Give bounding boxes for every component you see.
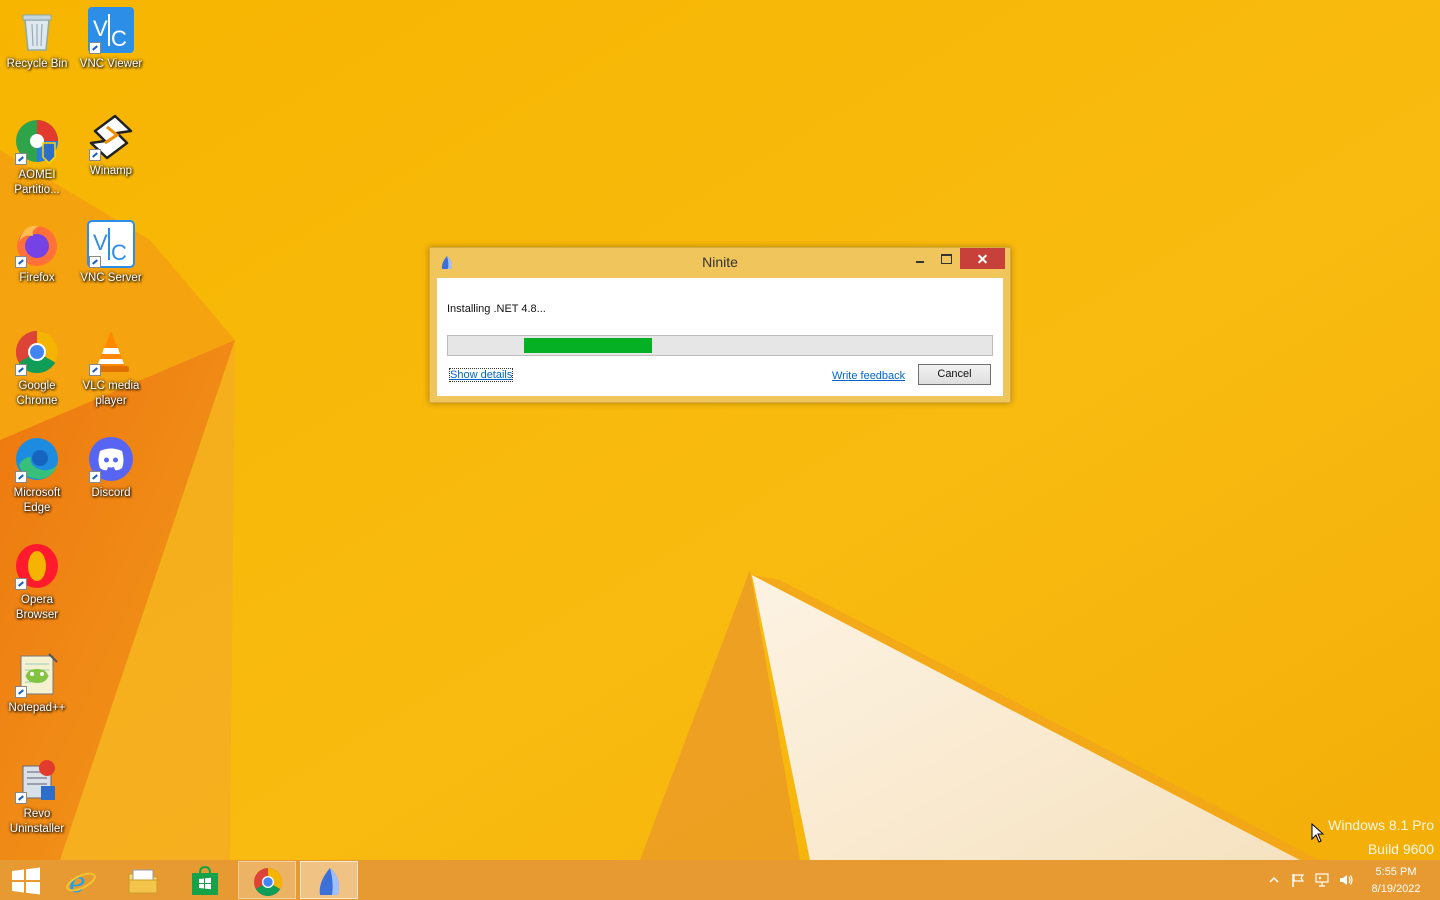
desktop-icon-label: Firefox: [19, 272, 55, 284]
shortcut-arrow-icon: [89, 364, 101, 376]
desktop-icon-winamp[interactable]: Winamp: [74, 113, 148, 179]
desktop-icon-microsoft-edge[interactable]: Microsoft Edge: [0, 435, 74, 516]
shortcut-arrow-icon: [89, 471, 101, 483]
taskbar-google-chrome[interactable]: [238, 861, 296, 899]
window-client-area: Installing .NET 4.8... Show details Writ…: [437, 278, 1003, 396]
recycle-bin-icon: [13, 6, 61, 54]
taskbar-file-explorer[interactable]: [114, 861, 172, 899]
desktop-icon-discord[interactable]: Discord: [74, 435, 148, 501]
shortcut-arrow-icon: [15, 256, 27, 268]
discord-icon: [87, 435, 135, 483]
chrome-icon: [13, 328, 61, 376]
svg-text:V: V: [93, 16, 108, 41]
svg-text:V: V: [93, 230, 108, 255]
action-center-flag-icon[interactable]: [1290, 872, 1306, 888]
windows-edition-watermark: Windows 8.1 Pro: [1328, 817, 1434, 833]
notepad-plus-plus-icon: [13, 650, 61, 698]
windows-store-icon: [192, 865, 218, 895]
chrome-icon: [254, 868, 283, 897]
desktop-wallpaper: [0, 0, 1440, 860]
desktop-icon-label: Microsoft Edge: [13, 487, 61, 514]
windows-build-watermark: Build 9600: [1367, 841, 1434, 857]
taskbar-ninite[interactable]: [300, 861, 358, 899]
shortcut-arrow-icon: [15, 364, 27, 376]
desktop-icon-vnc-viewer[interactable]: VC VNC Viewer: [74, 6, 148, 72]
progress-fill: [524, 338, 652, 353]
desktop-icon-label: AOMEI Partitio...: [14, 169, 60, 196]
opera-icon: [13, 542, 61, 590]
desktop-icon-opera-browser[interactable]: Opera Browser: [0, 542, 74, 623]
edge-icon: [13, 435, 61, 483]
cancel-button[interactable]: Cancel: [918, 364, 991, 385]
desktop-icon-recycle-bin[interactable]: Recycle Bin: [0, 6, 74, 72]
install-status-text: Installing .NET 4.8...: [447, 303, 546, 315]
start-icon: [12, 867, 40, 895]
maximize-button[interactable]: [933, 248, 959, 269]
desktop-icon-label: Discord: [91, 487, 131, 499]
desktop-icon-google-chrome[interactable]: Google Chrome: [0, 328, 74, 409]
ninite-window[interactable]: Ninite Installing .NET 4.8... Show detai…: [429, 247, 1011, 403]
desktop-icon-label: VNC Viewer: [79, 58, 143, 70]
vnc-server-icon: VC: [87, 220, 135, 268]
file-explorer-icon: [128, 869, 158, 894]
volume-icon[interactable]: [1338, 872, 1354, 888]
desktop-icon-vnc-server[interactable]: VC VNC Server: [74, 220, 148, 286]
window-titlebar[interactable]: Ninite: [430, 248, 1010, 278]
internet-explorer-icon: e: [66, 866, 96, 897]
show-hidden-icons-chevron-icon[interactable]: [1266, 872, 1282, 888]
aomei-partition-icon: [13, 117, 61, 165]
start-button[interactable]: [0, 861, 50, 899]
shortcut-arrow-icon: [15, 686, 27, 698]
desktop-icon-label: Recycle Bin: [6, 58, 68, 70]
desktop-icon-notepad-plus-plus[interactable]: Notepad++: [0, 650, 74, 716]
minimize-button[interactable]: [907, 248, 933, 269]
clock-time: 5:55 PM: [1375, 866, 1417, 878]
winamp-icon: [87, 113, 135, 161]
desktop-icon-label: Notepad++: [8, 702, 66, 714]
show-details-link[interactable]: Show details: [448, 368, 514, 382]
taskbar-clock[interactable]: 5:55 PM 8/19/2022: [1356, 864, 1436, 898]
shortcut-arrow-icon: [15, 153, 27, 165]
desktop-icon-revo-uninstaller[interactable]: Revo Uninstaller: [0, 756, 74, 837]
revo-uninstaller-icon: [13, 756, 61, 804]
vnc-viewer-icon: VC: [87, 6, 135, 54]
shortcut-arrow-icon: [89, 256, 101, 268]
svg-text:C: C: [111, 26, 127, 51]
desktop-icon-label: Revo Uninstaller: [9, 808, 65, 835]
desktop-icon-label: Winamp: [89, 165, 133, 177]
clock-date: 8/19/2022: [1371, 883, 1421, 895]
shortcut-arrow-icon: [15, 578, 27, 590]
shortcut-arrow-icon: [15, 471, 27, 483]
vlc-icon: [87, 328, 135, 376]
shortcut-arrow-icon: [89, 149, 101, 161]
network-icon[interactable]: [1314, 872, 1330, 888]
taskbar-internet-explorer[interactable]: e: [52, 861, 110, 899]
desktop-icon-firefox[interactable]: Firefox: [0, 220, 74, 286]
firefox-icon: [13, 220, 61, 268]
mouse-cursor-icon: [1311, 823, 1325, 843]
shortcut-arrow-icon: [89, 42, 101, 54]
svg-text:C: C: [111, 240, 127, 265]
close-button[interactable]: [960, 248, 1005, 269]
desktop-icon-label: Opera Browser: [15, 594, 59, 621]
ninite-icon: [319, 868, 339, 895]
desktop-icon-vlc-media-player[interactable]: VLC media player: [74, 328, 148, 409]
write-feedback-link[interactable]: Write feedback: [832, 370, 905, 382]
taskbar: e: [0, 860, 1440, 900]
desktop-icon-label: Google Chrome: [16, 380, 58, 407]
install-progress-bar: [447, 335, 993, 356]
desktop-icon-label: VLC media player: [82, 380, 140, 407]
desktop-icon-label: VNC Server: [80, 272, 142, 284]
shortcut-arrow-icon: [15, 792, 27, 804]
taskbar-windows-store[interactable]: [176, 861, 234, 899]
desktop-icon-aomei-partition[interactable]: AOMEI Partitio...: [0, 117, 74, 198]
